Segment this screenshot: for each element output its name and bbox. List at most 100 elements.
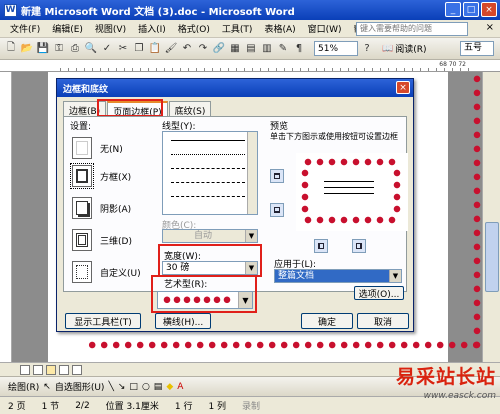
font-size-select[interactable]: 五号 — [460, 41, 494, 56]
help-search-input[interactable]: 键入需要帮助的问题 — [356, 22, 468, 36]
print-layout-icon[interactable] — [46, 364, 56, 375]
textbox-tool-icon[interactable]: ▤ — [154, 382, 163, 392]
columns-icon[interactable]: ▥ — [260, 42, 274, 56]
line-style-dashed[interactable] — [171, 182, 245, 183]
arrow-tool-icon[interactable]: ↘ — [118, 382, 126, 392]
save-icon[interactable]: 💾 — [36, 42, 50, 56]
setting-3d-icon — [72, 229, 92, 251]
rectangle-tool-icon[interactable]: □ — [129, 382, 138, 392]
dialog-title: 边框和底纹 — [57, 79, 413, 97]
setting-none[interactable]: 无(N) — [72, 137, 123, 159]
read-button[interactable]: 📖 阅读(R) — [382, 42, 427, 56]
normal-view-icon[interactable] — [20, 364, 30, 375]
line-style-dashed-small[interactable] — [171, 168, 245, 169]
tables-borders-icon[interactable]: ▦ — [228, 42, 242, 56]
setting-shadow[interactable]: 阴影(A) — [72, 197, 131, 219]
redo-icon[interactable]: ↷ — [196, 42, 210, 56]
copy-icon[interactable]: ❐ — [132, 42, 146, 56]
setting-custom[interactable]: 自定义(U) — [72, 261, 141, 283]
preview-left-border-button[interactable] — [314, 239, 328, 253]
zoom-select[interactable]: 51% — [314, 41, 358, 56]
show-hide-icon[interactable]: ¶ — [292, 42, 306, 56]
permission-icon[interactable]: ⚿ — [52, 42, 66, 56]
preview-right-border-button[interactable] — [352, 239, 366, 253]
outline-view-icon[interactable] — [59, 364, 69, 375]
setting-shadow-icon — [72, 197, 92, 219]
minimize-button[interactable]: _ — [445, 2, 461, 17]
open-icon[interactable]: 📂 — [20, 42, 34, 56]
doc-close-icon[interactable]: × — [486, 22, 494, 33]
setting-custom-label: 自定义(U) — [100, 268, 141, 279]
line-tool-icon[interactable]: ╲ — [108, 382, 113, 392]
line-style-dash-dot[interactable] — [171, 196, 245, 197]
print-icon[interactable]: ⎙ — [68, 42, 82, 56]
preview-art-top — [302, 157, 398, 167]
title-bar: W 新建 Microsoft Word 文档 (3).doc - Microso… — [0, 0, 500, 20]
drawing-icon[interactable]: ✎ — [276, 42, 290, 56]
menu-tools[interactable]: 工具(T) — [216, 22, 259, 35]
status-rec: 录制 — [242, 402, 261, 412]
menu-format[interactable]: 格式(O) — [172, 22, 216, 35]
watermark-url: www.easck.com — [423, 391, 496, 401]
preview-text-line-3 — [324, 193, 374, 194]
line-style-solid[interactable] — [171, 140, 245, 141]
cancel-button[interactable]: 取消 — [357, 313, 409, 329]
menu-table[interactable]: 表格(A) — [258, 22, 301, 35]
setting-box[interactable]: 方框(X) — [70, 163, 131, 189]
menu-file[interactable]: 文件(F) — [4, 22, 46, 35]
dialog-close-icon[interactable]: × — [396, 81, 410, 94]
status-col: 1 列 — [208, 402, 227, 412]
oval-tool-icon[interactable]: ○ — [142, 382, 150, 392]
vertical-scrollbar[interactable] — [482, 72, 500, 362]
ruler-ticks — [60, 60, 470, 71]
menu-view[interactable]: 视图(V) — [89, 22, 132, 35]
close-window-button[interactable]: × — [481, 2, 497, 17]
preview-top-border-button[interactable] — [270, 169, 284, 183]
ok-button[interactable]: 确定 — [301, 313, 353, 329]
menu-edit[interactable]: 编辑(E) — [46, 22, 89, 35]
site-watermark: 易采站长站 www.easck.com — [376, 362, 496, 412]
horizontal-line-button[interactable]: 横线(H)... — [155, 313, 211, 329]
show-toolbar-button[interactable]: 显示工具栏(T) — [65, 313, 141, 329]
paste-icon[interactable]: 📋 — [148, 42, 162, 56]
watermark-text: 易采站长站 — [395, 366, 496, 388]
draw-menu[interactable]: 绘图(R) — [8, 380, 39, 393]
apply-to-select[interactable]: 整篇文档 ▼ — [274, 269, 402, 283]
autoshapes-menu[interactable]: 自选图形(U) — [55, 380, 105, 393]
preview-bottom-border-button[interactable] — [270, 203, 284, 217]
print-preview-icon[interactable]: 🔍 — [84, 42, 98, 56]
hyperlink-icon[interactable]: 🔗 — [212, 42, 226, 56]
setting-3d[interactable]: 三维(D) — [72, 229, 132, 251]
options-button[interactable]: 选项(O)... — [354, 286, 404, 300]
preview-art-left — [300, 167, 310, 213]
scroll-thumb[interactable] — [485, 222, 499, 292]
spelling-icon[interactable]: ✓ — [100, 42, 114, 56]
menu-window[interactable]: 窗口(W) — [302, 22, 348, 35]
help-icon[interactable]: ? — [360, 42, 374, 56]
fill-color-icon[interactable]: ◆ — [166, 382, 173, 392]
preview-text-line-1 — [324, 181, 374, 182]
word-app-icon: W — [4, 3, 17, 17]
undo-icon[interactable]: ↶ — [180, 42, 194, 56]
maximize-button[interactable]: □ — [463, 2, 479, 17]
apply-to-value: 整篇文档 — [278, 271, 315, 281]
new-doc-icon[interactable]: 🗋 — [4, 42, 18, 56]
menu-insert[interactable]: 插入(I) — [132, 22, 172, 35]
apply-to-dropdown-icon[interactable]: ▼ — [389, 270, 401, 282]
insert-table-icon[interactable]: ▤ — [244, 42, 258, 56]
reading-layout-icon[interactable] — [72, 364, 82, 375]
borders-shading-dialog: 边框和底纹 × 边框(B) 页面边框(P) 底纹(S) 设置: 无(N) 方框(… — [56, 78, 414, 332]
line-style-scrollbar[interactable] — [247, 132, 257, 214]
border-preview[interactable] — [296, 153, 408, 231]
preview-art-right — [392, 167, 402, 213]
font-color-icon[interactable]: A — [177, 382, 183, 392]
select-objects-icon[interactable]: ↖ — [43, 382, 51, 392]
color-select: 自动 ▼ — [162, 229, 258, 243]
web-layout-icon[interactable] — [33, 364, 43, 375]
line-style-list[interactable] — [162, 131, 258, 215]
format-painter-icon[interactable]: 🖌 — [164, 42, 178, 56]
cut-icon[interactable]: ✂ — [116, 42, 130, 56]
line-style-dotted[interactable] — [171, 154, 245, 155]
art-border-bottom — [88, 340, 478, 350]
preview-art-bottom — [302, 215, 398, 225]
